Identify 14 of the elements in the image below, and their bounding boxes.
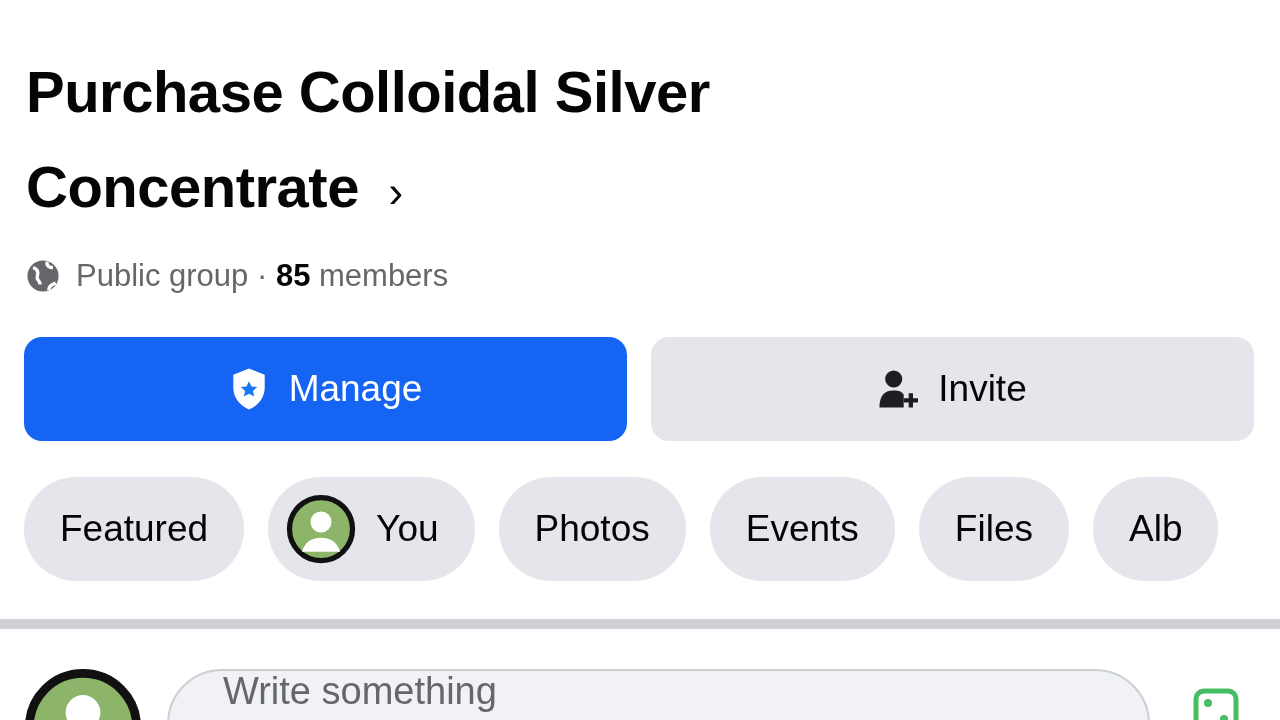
filter-chip[interactable]: Featured: [24, 477, 245, 581]
add-person-icon: [878, 367, 919, 411]
avatar-icon: [286, 494, 357, 564]
filter-chip[interactable]: Files: [918, 477, 1069, 581]
invite-button[interactable]: Invite: [651, 337, 1254, 441]
filter-chip[interactable]: You: [268, 477, 475, 581]
filter-chip[interactable]: Events: [709, 477, 895, 581]
post-input-field[interactable]: Write something: [167, 669, 1150, 720]
manage-button[interactable]: Manage: [24, 337, 627, 441]
group-meta: Public group · 85 members: [76, 258, 449, 294]
filter-chip[interactable]: Photos: [498, 477, 686, 581]
globe-icon: [26, 259, 60, 293]
filter-chip[interactable]: Alb: [1093, 477, 1219, 581]
group-title[interactable]: Purchase Colloidal Silver Concentrate ›: [26, 44, 926, 239]
